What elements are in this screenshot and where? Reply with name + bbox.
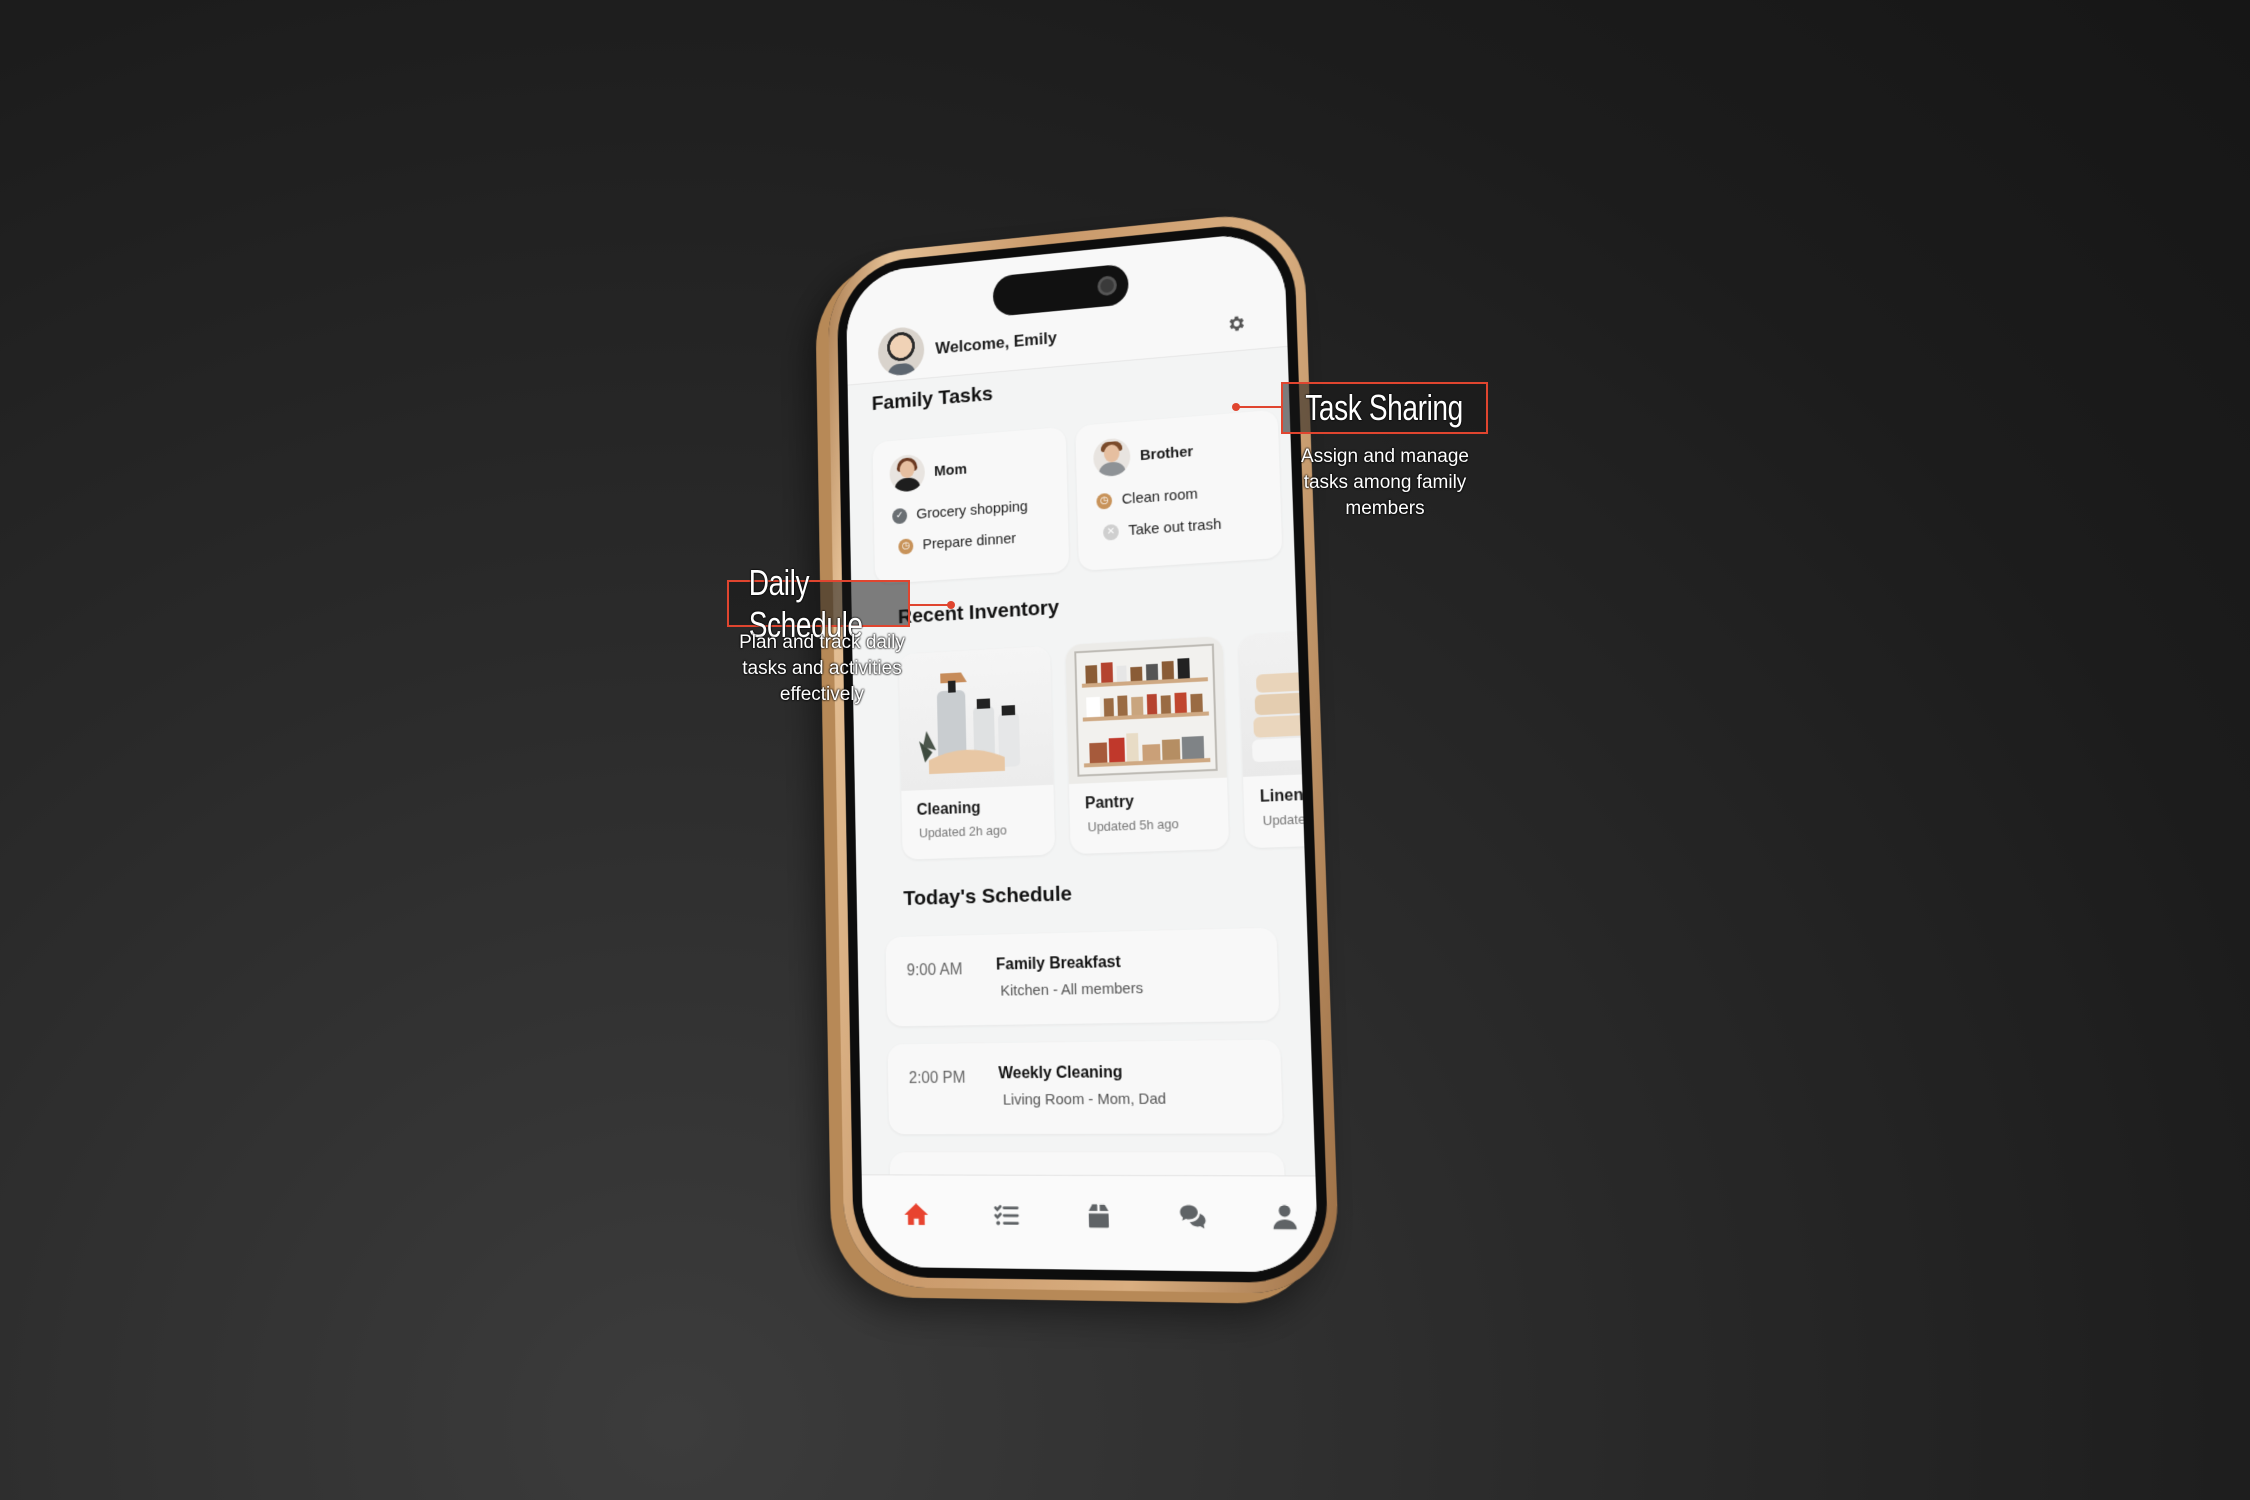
inventory-updated: Updated 5h ago	[1087, 816, 1180, 835]
event-title: Family Breakfast	[995, 953, 1121, 974]
chat-icon	[1179, 1204, 1206, 1229]
family-tasks-title: Family Tasks	[871, 382, 994, 415]
dynamic-island	[992, 263, 1129, 317]
tab-chat[interactable]	[1175, 1199, 1210, 1235]
member-name: Brother	[1139, 443, 1194, 465]
callout-leader-line	[1236, 406, 1282, 408]
x-circle-icon: ✕	[1102, 523, 1119, 541]
task-label: Take out trash	[1128, 515, 1222, 540]
bottom-tab-bar	[861, 1174, 1319, 1273]
callout-desc-line: tasks among family	[1303, 472, 1467, 493]
profile-icon	[1273, 1204, 1297, 1230]
clock-icon: ◷	[898, 537, 914, 555]
task-card-mom[interactable]: Mom ✓ Grocery shopping ◷ Prepare dinner	[872, 426, 1070, 585]
todays-schedule-title: Today's Schedule	[903, 882, 1073, 911]
pantry-shelf-image	[1065, 636, 1227, 785]
callout-daily-schedule: Daily Schedule	[727, 562, 910, 645]
tab-profile[interactable]	[1267, 1199, 1303, 1235]
callout-task-sharing: Task Sharing	[1281, 382, 1488, 434]
avatar-brother	[1092, 437, 1131, 478]
event-detail: Kitchen - All members	[1000, 979, 1144, 1000]
schedule-event[interactable]: 2:00 PM Weekly Cleaning Living Room - Mo…	[887, 1039, 1284, 1135]
callout-desc-line: members	[1345, 498, 1425, 519]
welcome-text: Welcome, Emily	[935, 328, 1057, 358]
task-label: Grocery shopping	[916, 498, 1028, 523]
task-item[interactable]: ✕ Take out trash	[1102, 515, 1222, 541]
event-detail: Living Room - Mom, Dad	[1002, 1090, 1167, 1109]
member-name: Mom	[933, 460, 968, 480]
task-label: Prepare dinner	[922, 530, 1017, 554]
app-screen: Welcome, Emily Family Tasks Mom ✓ Grocer…	[845, 230, 1319, 1273]
callout-desc-line: effectively	[779, 684, 865, 705]
inventory-name: Cleaning	[916, 799, 981, 819]
event-title: Weekly Cleaning	[998, 1063, 1123, 1083]
callout-leader-line	[909, 604, 951, 606]
box-icon	[1088, 1204, 1109, 1228]
event-time: 2:00 PM	[908, 1069, 966, 1088]
task-item[interactable]: ◷ Prepare dinner	[898, 530, 1016, 555]
task-item[interactable]: ◷ Clean room	[1096, 486, 1198, 510]
callout-task-sharing-description: Assign and manage tasks among family mem…	[1274, 444, 1496, 522]
tab-tasks[interactable]	[990, 1198, 1024, 1233]
recent-inventory-title: Recent Inventory	[897, 595, 1060, 629]
schedule-event[interactable]: 9:00 AM Family Breakfast Kitchen - All m…	[885, 927, 1280, 1027]
camera-icon	[1097, 275, 1118, 297]
callout-title: Task Sharing	[1305, 387, 1464, 428]
stage: Welcome, Emily Family Tasks Mom ✓ Grocer…	[0, 0, 2250, 1500]
inventory-name: Pantry	[1084, 793, 1135, 813]
clock-icon: ◷	[1096, 492, 1113, 510]
avatar-mom	[889, 453, 926, 493]
task-label: Clean room	[1121, 485, 1199, 508]
callout-anchor-dot	[947, 601, 955, 609]
inventory-updated: Updated 2h ago	[918, 822, 1008, 841]
callout-daily-schedule-description: Plan and track daily tasks and activitie…	[702, 630, 942, 708]
user-avatar[interactable]	[877, 325, 925, 378]
inventory-card-pantry[interactable]: Pantry Updated 5h ago	[1065, 636, 1230, 855]
callout-desc-line: Plan and track daily	[739, 632, 905, 653]
home-icon	[904, 1203, 929, 1226]
task-card-brother[interactable]: Brother ◷ Clean room ✕ Take out trash	[1075, 409, 1283, 572]
tab-inventory[interactable]	[1081, 1198, 1116, 1233]
check-circle-icon: ✓	[892, 507, 908, 524]
gear-icon[interactable]	[1226, 313, 1246, 335]
phone-mockup: Welcome, Emily Family Tasks Mom ✓ Grocer…	[827, 208, 1341, 1295]
event-time: 9:00 AM	[906, 961, 963, 980]
task-list-icon	[992, 1200, 1022, 1231]
tab-home[interactable]	[900, 1198, 933, 1233]
callout-desc-line: Assign and manage	[1301, 446, 1469, 467]
callout-desc-line: tasks and activities	[742, 658, 902, 679]
task-item[interactable]: ✓ Grocery shopping	[892, 498, 1028, 524]
